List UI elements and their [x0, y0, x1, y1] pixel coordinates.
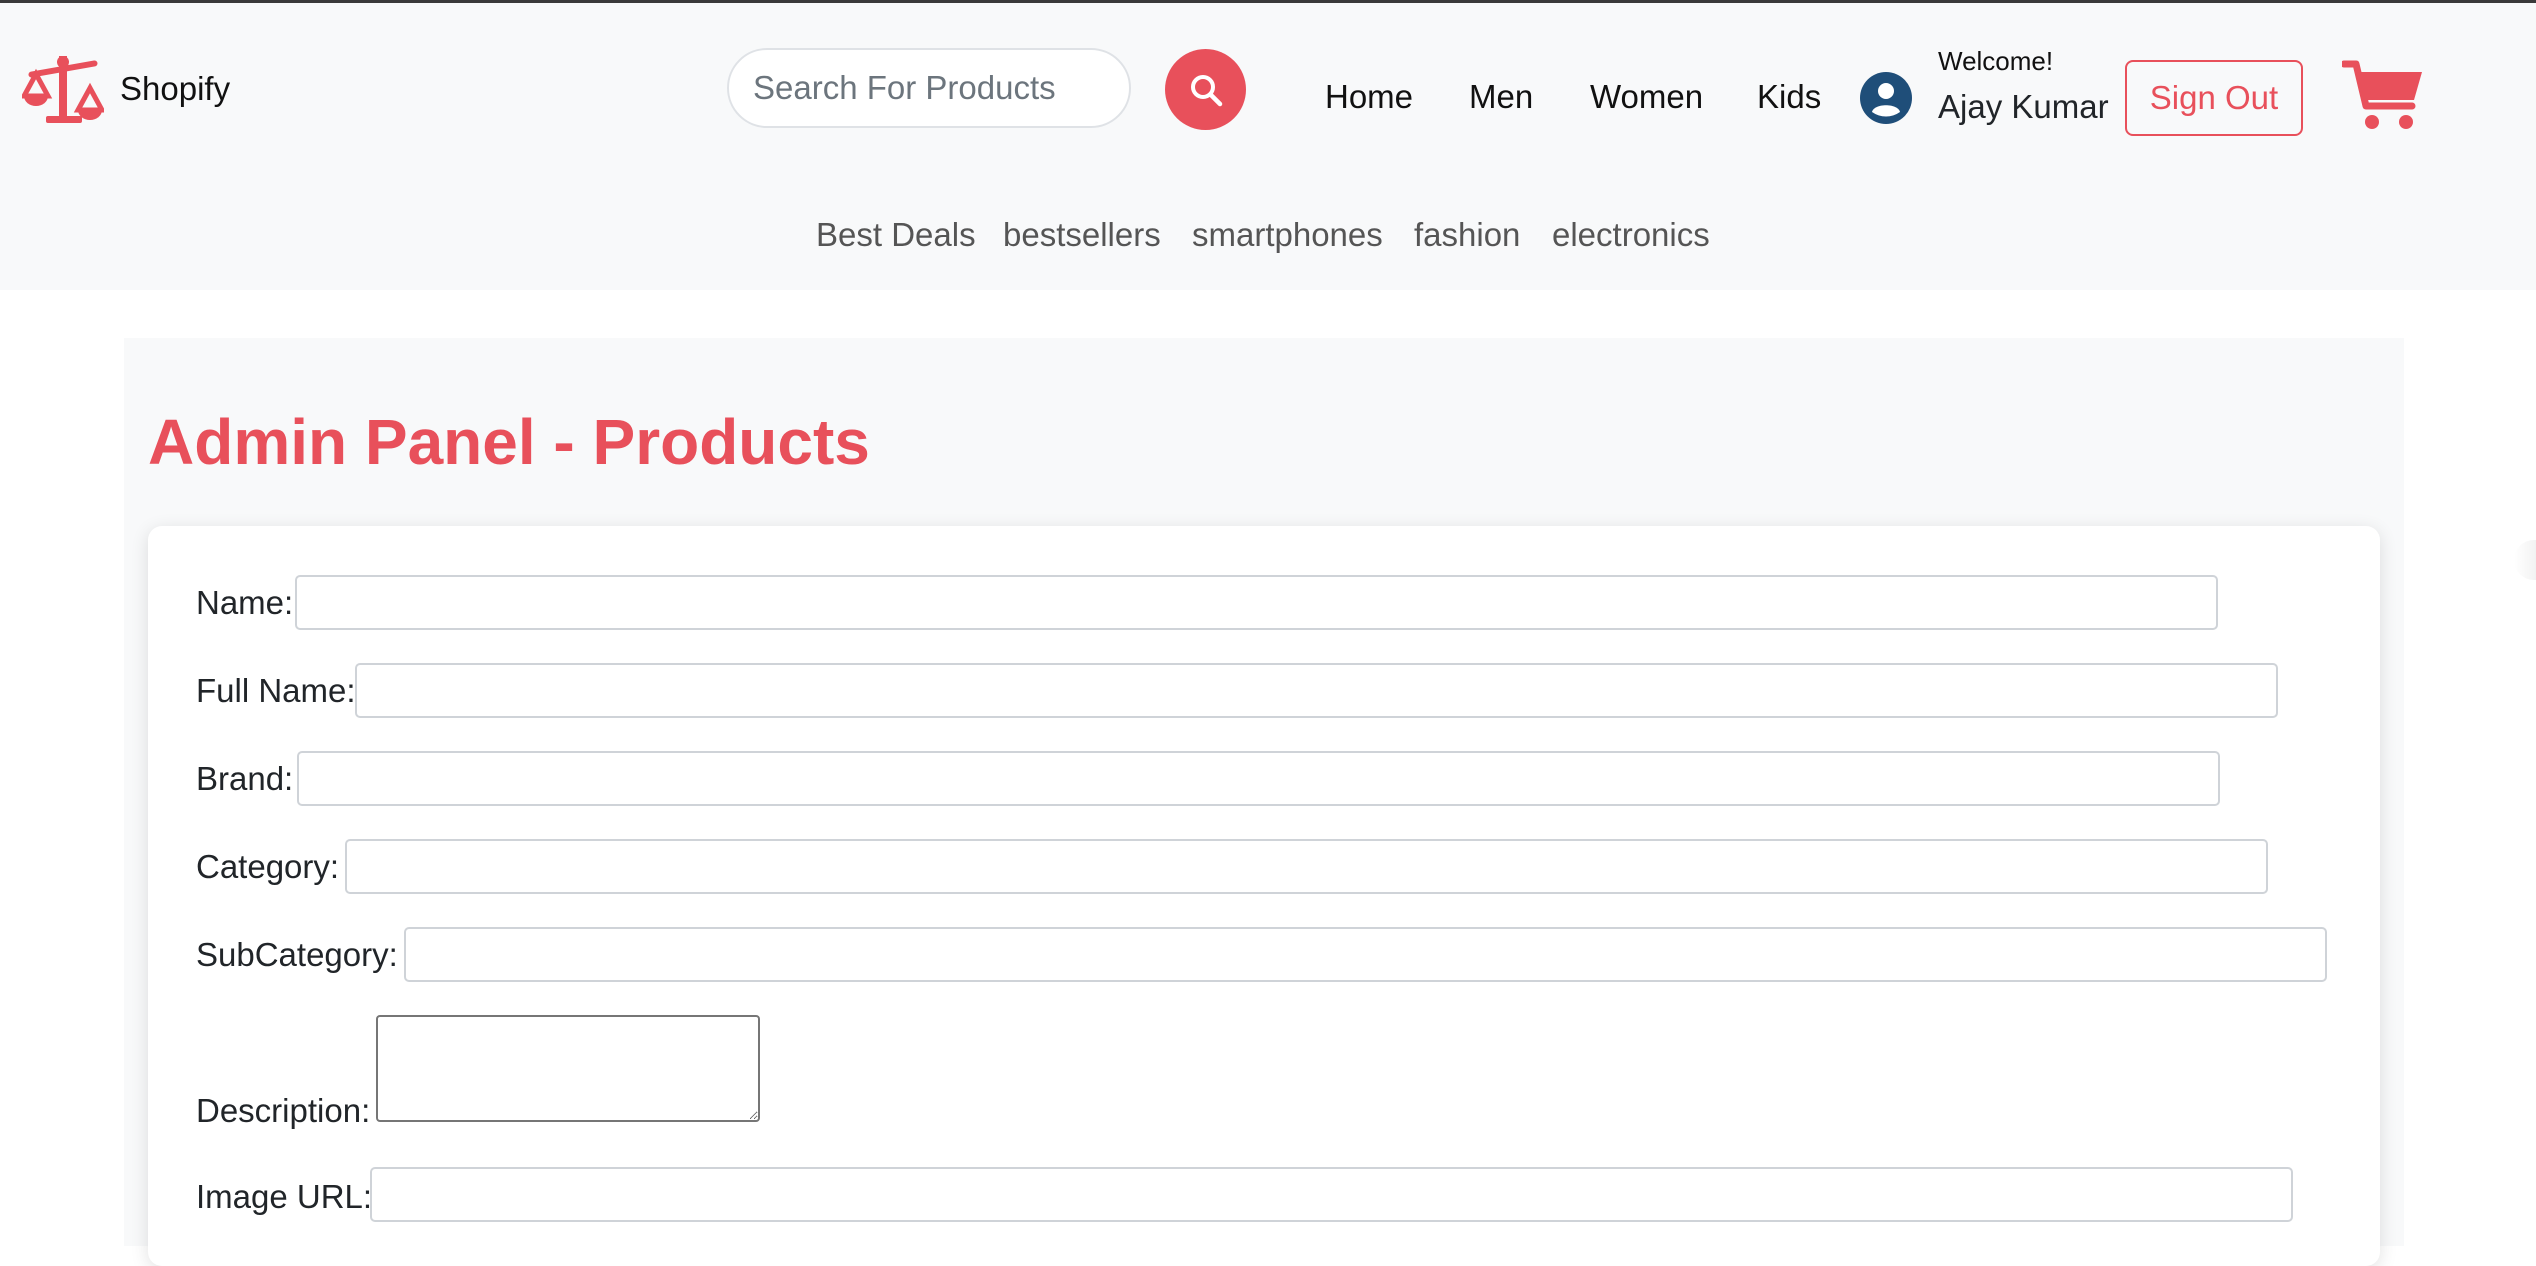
page-title: Admin Panel - Products [148, 406, 870, 478]
image-url-label: Image URL: [196, 1178, 373, 1215]
nav-men[interactable]: Men [1469, 78, 1533, 116]
search-button[interactable] [1165, 49, 1246, 130]
name-field[interactable] [295, 575, 2218, 630]
category-field[interactable] [345, 839, 2268, 894]
nav-women[interactable]: Women [1590, 78, 1703, 116]
image-url-field[interactable] [370, 1167, 2293, 1222]
nav-kids[interactable]: Kids [1757, 78, 1821, 116]
category-best-deals[interactable]: Best Deals [816, 216, 976, 254]
edge-shadow [2514, 540, 2536, 580]
user-name: Ajay Kumar [1938, 88, 2109, 125]
full-name-field[interactable] [355, 663, 2278, 718]
cart-icon[interactable] [2342, 58, 2424, 132]
full-name-label: Full Name: [196, 672, 356, 709]
brand-name: Shopify [120, 70, 231, 107]
category-electronics[interactable]: electronics [1552, 216, 1710, 254]
subcategory-label: SubCategory: [196, 936, 398, 973]
description-label: Description: [196, 1092, 371, 1129]
category-bestsellers[interactable]: bestsellers [1003, 216, 1161, 254]
search-input[interactable] [727, 48, 1131, 128]
category-smartphones[interactable]: smartphones [1192, 216, 1383, 254]
brand-field[interactable] [297, 751, 2220, 806]
sign-out-button[interactable]: Sign Out [2125, 60, 2303, 136]
search-icon [1190, 74, 1222, 106]
brand-logo[interactable]: Shopify [22, 54, 230, 124]
category-label: Category: [196, 848, 340, 885]
name-label: Name: [196, 584, 294, 621]
nav-home[interactable]: Home [1325, 78, 1413, 116]
scale-icon [22, 56, 104, 123]
subcategory-field[interactable] [404, 927, 2327, 982]
product-form-card [148, 526, 2380, 1266]
category-fashion[interactable]: fashion [1414, 216, 1520, 254]
brand-label: Brand: [196, 760, 294, 797]
description-textarea[interactable] [376, 1015, 760, 1122]
welcome-text: Welcome! [1938, 46, 2054, 76]
user-icon[interactable] [1860, 72, 1912, 124]
